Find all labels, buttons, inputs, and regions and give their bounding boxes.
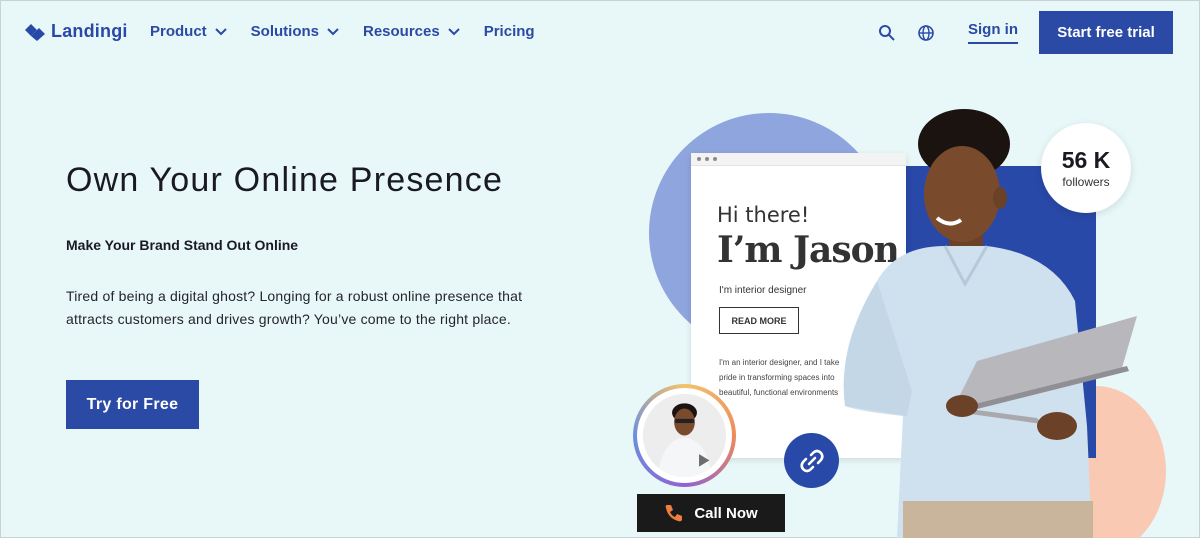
followers-count: 56 K [1061,147,1111,173]
chevron-down-icon [214,27,227,35]
mockup-body: I'm an interior designer, and I take pri… [719,355,849,400]
nav-actions: Sign in Start free trial [878,11,1173,54]
followers-badge: 56 K followers [1041,123,1131,213]
hero-subtitle: Make Your Brand Stand Out Online [66,237,299,253]
try-for-free-button[interactable]: Try for Free [66,380,199,429]
globe-icon[interactable] [917,24,935,42]
link-icon [799,449,824,472]
video-avatar[interactable] [633,384,736,487]
mockup-body-line: pride in transforming spaces into [719,373,835,382]
mockup-role: I'm interior designer [719,285,807,296]
hero-illustration: Hi there! I’m Jason I'm interior designe… [631,101,1200,538]
chevron-down-icon [327,27,339,35]
avatar-photo [643,394,726,477]
search-icon[interactable] [878,24,896,42]
logo[interactable]: Landingi [25,21,128,42]
chevron-down-icon [448,27,460,35]
sign-in-link[interactable]: Sign in [968,21,1018,44]
phone-icon [665,505,683,522]
menu-label: Solutions [250,23,319,40]
menu-label: Pricing [483,23,535,40]
call-now-button[interactable]: Call Now [637,494,785,532]
call-now-label: Call Now [694,504,758,522]
hero-description: Tired of being a digital ghost? Longing … [66,288,523,327]
start-trial-button[interactable]: Start free trial [1039,11,1173,54]
hero-title: Own Your Online Presence [66,161,504,199]
top-nav: Landingi Product Solutions Resources Pri… [1,1,1200,63]
mockup-body-line: beautiful, functional environments [719,388,839,397]
menu-product[interactable]: Product [150,23,227,40]
mockup-greeting: Hi there! [717,203,810,227]
menu-solutions[interactable]: Solutions [251,23,339,40]
menu-resources[interactable]: Resources [363,23,460,40]
followers-label: followers [1062,175,1110,189]
menu-pricing[interactable]: Pricing [484,23,535,40]
main-menu: Product Solutions Resources Pricing [150,23,559,40]
link-button[interactable] [784,433,839,488]
logo-icon [25,23,45,41]
mockup-body-line: I'm an interior designer, and I take [719,358,840,367]
mockup-read-more-button: READ MORE [719,307,799,334]
logo-text: Landingi [51,21,128,41]
menu-label: Product [150,23,207,40]
menu-label: Resources [363,23,440,40]
